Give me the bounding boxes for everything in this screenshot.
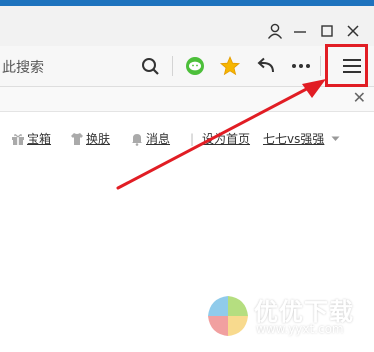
set-homepage-link[interactable]: 设为首页 <box>202 130 250 148</box>
close-window-icon[interactable] <box>344 22 362 40</box>
nav-label: 换肤 <box>86 132 111 146</box>
search-placeholder: 此搜索 <box>2 60 44 76</box>
tshirt-icon <box>71 133 83 145</box>
nav-label: 宝箱 <box>27 132 52 146</box>
browser-toolbar: 此搜索 <box>0 46 374 87</box>
nav-item-skin[interactable]: 换肤 <box>70 130 110 148</box>
minimize-icon[interactable] <box>291 22 309 40</box>
more-dots-icon[interactable] <box>289 55 313 77</box>
search-icon[interactable] <box>139 55 163 77</box>
nav-separator: | <box>190 132 195 146</box>
nav-label: 消息 <box>146 132 171 146</box>
toolbar-divider <box>172 56 173 76</box>
watermark-emblem-icon <box>208 296 248 336</box>
wechat-icon[interactable] <box>183 55 207 77</box>
username-label: 七七vs强强 <box>263 132 325 146</box>
menu-button-highlight <box>325 44 368 87</box>
nav-item-treasure[interactable]: 宝箱 <box>11 130 51 148</box>
watermark-logo: 优优下载 www.yyxt.com <box>198 286 374 346</box>
title-bar <box>0 6 374 46</box>
nav-item-messages[interactable]: 消息 <box>130 130 170 148</box>
user-account-icon[interactable] <box>266 22 284 40</box>
close-tab-icon[interactable]: ✕ <box>353 90 366 106</box>
gift-icon <box>12 134 24 145</box>
set-homepage-label: 设为首页 <box>202 132 251 146</box>
dropdown-caret-icon <box>331 136 340 141</box>
bell-icon <box>132 134 142 146</box>
user-menu[interactable]: 七七vs强强 <box>263 130 342 148</box>
favorite-star-icon[interactable] <box>218 55 242 77</box>
watermark-url: www.yyxt.com <box>256 322 344 336</box>
maximize-icon[interactable] <box>318 22 336 40</box>
toolbar-divider <box>320 56 321 76</box>
tab-bar: ✕ <box>0 87 374 112</box>
undo-back-icon[interactable] <box>254 55 278 77</box>
